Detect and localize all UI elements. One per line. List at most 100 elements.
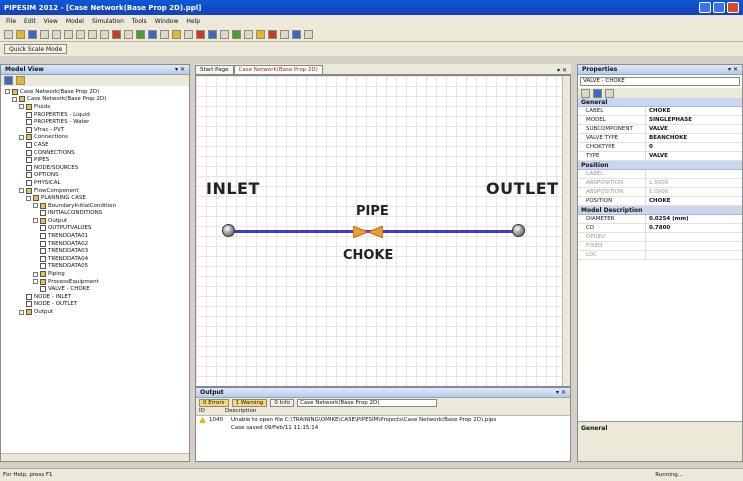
run-icon[interactable] <box>112 29 121 39</box>
property-row[interactable]: POSITION CHOKE <box>578 197 742 206</box>
undo-icon[interactable] <box>88 29 97 39</box>
warnings-button[interactable]: 1 Warning <box>231 399 268 407</box>
expand-toggle-icon[interactable] <box>33 218 38 224</box>
tree-item[interactable]: PROPERTIES - Liquid <box>1 111 189 119</box>
maximize-button[interactable] <box>713 2 725 13</box>
tab-start-page[interactable]: Start Page <box>195 65 234 74</box>
property-value[interactable]: 1.0000 <box>646 189 668 195</box>
expand-toggle-icon[interactable] <box>19 309 24 315</box>
expand-toggle-icon[interactable] <box>5 89 10 95</box>
well-tool-icon[interactable] <box>208 29 217 39</box>
tree-item[interactable]: PIPES <box>1 156 189 164</box>
menu-item[interactable]: Edit <box>24 18 36 25</box>
choke-icon[interactable] <box>353 226 383 238</box>
property-row[interactable]: MODEL SINGLEPHASE <box>578 116 742 125</box>
categorized-icon[interactable] <box>581 88 590 98</box>
tree-item[interactable]: INITIALCONDITIONS <box>1 210 189 218</box>
tree-item[interactable]: TRENDDATA04 <box>1 255 189 263</box>
plot-icon[interactable] <box>280 29 289 39</box>
property-category[interactable]: Model Description <box>578 206 742 215</box>
expand-toggle-icon[interactable] <box>33 203 38 209</box>
zoom-icon[interactable] <box>124 29 133 39</box>
menu-item[interactable]: Model <box>66 18 84 25</box>
errors-button[interactable]: 0 Errors <box>199 399 229 407</box>
properties-close-icon[interactable]: ▾ ✕ <box>728 66 738 73</box>
tree-item[interactable]: TRENDDATA05 <box>1 263 189 271</box>
property-category[interactable]: General <box>578 98 742 107</box>
output-row[interactable]: 1040 Unable to open file C:\TRAINING\OMI… <box>196 416 570 424</box>
tab-case-network[interactable]: Case Network(Base Prop 2D) <box>233 65 323 74</box>
tree-item[interactable]: TRENDDATA01 <box>1 232 189 240</box>
property-category[interactable]: Position <box>578 161 742 170</box>
property-row[interactable]: ABSPOSITION 1.0000 <box>578 188 742 197</box>
tree-item[interactable]: NODE - INLET <box>1 293 189 301</box>
property-value[interactable]: VALVE <box>646 126 668 132</box>
report-icon[interactable] <box>292 29 301 39</box>
help-icon[interactable] <box>304 29 313 39</box>
tree-item[interactable]: Piping <box>1 270 189 278</box>
horizontal-scrollbar[interactable] <box>1 453 189 461</box>
heater-tool-icon[interactable] <box>256 29 265 39</box>
open-icon[interactable] <box>16 29 25 39</box>
property-row[interactable]: VALVE TYPE BEANCHOKE <box>578 134 742 143</box>
tree-item[interactable]: CASE <box>1 141 189 149</box>
info-button[interactable]: 0 Info <box>270 399 295 407</box>
grid-icon[interactable] <box>136 29 145 39</box>
close-icon[interactable]: ▾ ✕ <box>175 66 185 73</box>
menu-item[interactable]: Simulation <box>92 18 124 25</box>
property-value[interactable]: CHOKE <box>646 198 670 204</box>
property-value[interactable]: 0.0254 (mm) <box>646 216 689 222</box>
tree-item[interactable]: Vfrac - PVT <box>1 126 189 134</box>
node-tool-icon[interactable] <box>160 29 169 39</box>
property-value[interactable]: 0 <box>646 144 653 150</box>
tree-item[interactable]: ProcessEquipment <box>1 278 189 286</box>
expand-toggle-icon[interactable] <box>33 279 38 285</box>
tree-item[interactable]: NODE/SOURCES <box>1 164 189 172</box>
expand-toggle-icon[interactable] <box>33 271 38 277</box>
tree-item[interactable]: OUTPUTVALUES <box>1 225 189 233</box>
expand-toggle-icon[interactable] <box>19 134 24 140</box>
tree-item[interactable]: TRENDDATA03 <box>1 247 189 255</box>
property-row[interactable]: CD 0.7800 <box>578 224 742 233</box>
property-row[interactable]: DIAMETER 0.0254 (mm) <box>578 215 742 224</box>
expand-toggle-icon[interactable] <box>12 96 17 102</box>
sink-tool-icon[interactable] <box>184 29 193 39</box>
property-row[interactable]: DPDEV <box>578 233 742 242</box>
alphabetical-icon[interactable] <box>593 88 602 98</box>
tree-item[interactable]: PHYSICAL <box>1 179 189 187</box>
tree-item[interactable]: FlowComponent <box>1 187 189 195</box>
property-value[interactable]: SINGLEPHASE <box>646 117 692 123</box>
minimize-button[interactable] <box>699 2 711 13</box>
copy-icon[interactable] <box>64 29 73 39</box>
property-row[interactable]: LABEL CHOKE <box>578 107 742 116</box>
property-pages-icon[interactable] <box>605 88 614 98</box>
separator-tool-icon[interactable] <box>232 29 241 39</box>
object-selector[interactable]: VALVE - CHOKE <box>580 77 740 86</box>
tab-close-icon[interactable]: ▾ ✕ <box>557 67 567 74</box>
save-icon[interactable] <box>28 29 37 39</box>
new-icon[interactable] <box>4 29 13 39</box>
output-source-select[interactable]: Case Network(Base Prop 2D) <box>297 399 438 407</box>
property-value[interactable]: 1.5000 <box>646 180 668 186</box>
choke-tool-icon[interactable] <box>196 29 205 39</box>
property-row[interactable]: CHOKTYPE 0 <box>578 143 742 152</box>
quick-scale-button[interactable]: Quick Scale Mode <box>4 44 68 54</box>
property-row[interactable]: SUBCOMPONENT VALVE <box>578 125 742 134</box>
network-canvas[interactable]: INLET OUTLET P P PIPE CHOKE <box>195 75 571 387</box>
tree-item[interactable]: TRENDDATA02 <box>1 240 189 248</box>
property-value[interactable]: BEANCHOKE <box>646 135 687 141</box>
menu-item[interactable]: Window <box>155 18 179 25</box>
expand-toggle-icon[interactable] <box>26 195 31 201</box>
redo-icon[interactable] <box>100 29 109 39</box>
tree-item[interactable]: BoundaryInitialCondition <box>1 202 189 210</box>
folder-icon[interactable] <box>16 76 25 85</box>
tree-item[interactable]: Output <box>1 308 189 316</box>
expand-toggle-icon[interactable] <box>19 188 24 194</box>
property-value[interactable]: CHOKE <box>646 108 670 114</box>
close-button[interactable] <box>727 2 739 13</box>
tree-item[interactable]: CONNECTIONS <box>1 149 189 157</box>
source-tool-icon[interactable] <box>172 29 181 39</box>
results-icon[interactable] <box>268 29 277 39</box>
property-row[interactable]: TYPE VALVE <box>578 152 742 161</box>
property-value[interactable]: 0.7800 <box>646 225 670 231</box>
